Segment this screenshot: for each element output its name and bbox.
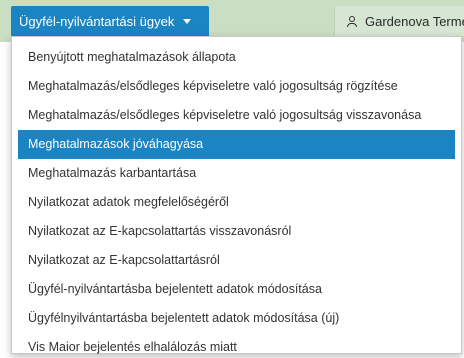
- caret-down-icon: [183, 19, 192, 24]
- client-registry-menu-button[interactable]: Ügyfél-nyilvántartási ügyek: [11, 6, 209, 36]
- dropdown-menu: Benyújtott meghatalmazások állapota Megh…: [11, 36, 462, 354]
- menu-item-registry-data-modification-new[interactable]: Ügyfélnyilvántartásba bejelentett adatok…: [18, 304, 455, 333]
- user-name: Gardenova Terme: [365, 13, 464, 29]
- menu-item-registry-data-modification[interactable]: Ügyfél-nyilvántartásba bejelentett adato…: [18, 275, 455, 304]
- user-menu[interactable]: Gardenova Terme: [334, 6, 464, 36]
- menu-item-submitted-authorizations-status[interactable]: Benyújtott meghatalmazások állapota: [18, 43, 455, 72]
- menu-item-vis-maior-death-report[interactable]: Vis Maior bejelentés elhalálozás miatt: [18, 333, 455, 358]
- menu-item-authorization-record[interactable]: Meghatalmazás/elsődleges képviseletre va…: [18, 72, 455, 101]
- menu-item-e-contact-revoke-declaration[interactable]: Nyilatkozat az E-kapcsolattartás visszav…: [18, 217, 455, 246]
- user-icon: [347, 15, 357, 27]
- menu-item-data-compliance-declaration[interactable]: Nyilatkozat adatok megfelelőségéről: [18, 188, 455, 217]
- client-registry-menu-label: Ügyfél-nyilvántartási ügyek: [19, 13, 175, 29]
- menu-item-authorization-approval[interactable]: Meghatalmazások jóváhagyása: [18, 130, 455, 159]
- menu-item-authorization-revoke[interactable]: Meghatalmazás/elsődleges képviseletre va…: [18, 101, 455, 130]
- menu-item-e-contact-declaration[interactable]: Nyilatkozat az E-kapcsolattartásról: [18, 246, 455, 275]
- menu-item-authorization-maintenance[interactable]: Meghatalmazás karbantartása: [18, 159, 455, 188]
